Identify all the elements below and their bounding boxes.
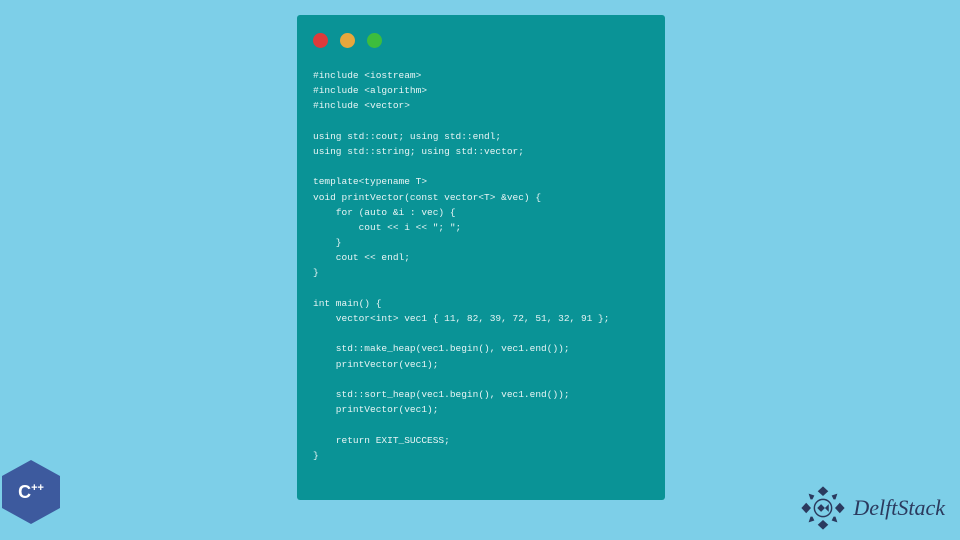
cpp-hexagon-icon: C++ [2, 460, 60, 524]
cpp-c-letter: C [18, 482, 31, 502]
code-content: #include <iostream> #include <algorithm>… [313, 68, 649, 463]
maximize-icon [367, 33, 382, 48]
cpp-plus-symbols: ++ [31, 482, 44, 494]
delft-brand-text: DelftStack [853, 495, 945, 521]
cpp-label: C++ [18, 484, 44, 500]
minimize-icon [340, 33, 355, 48]
delft-emblem-icon [799, 484, 847, 532]
delft-logo: DelftStack [799, 484, 945, 532]
code-window: #include <iostream> #include <algorithm>… [297, 15, 665, 500]
cpp-logo: C++ [2, 460, 82, 540]
close-icon [313, 33, 328, 48]
window-controls [313, 33, 649, 48]
